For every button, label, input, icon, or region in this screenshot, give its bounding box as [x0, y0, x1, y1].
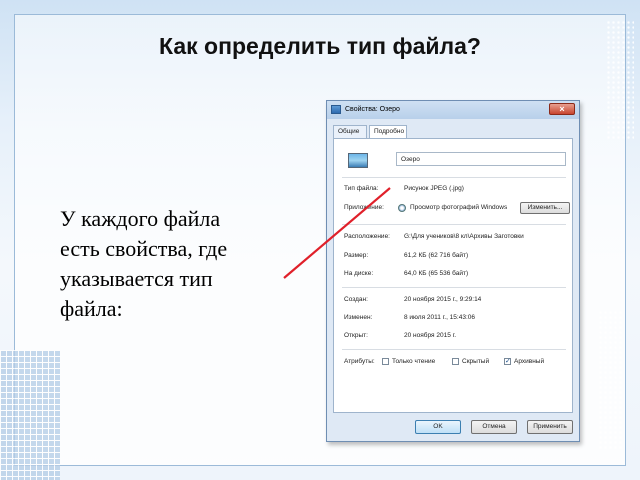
- pointer-line: [283, 187, 391, 279]
- red-pointer-line: [283, 187, 391, 279]
